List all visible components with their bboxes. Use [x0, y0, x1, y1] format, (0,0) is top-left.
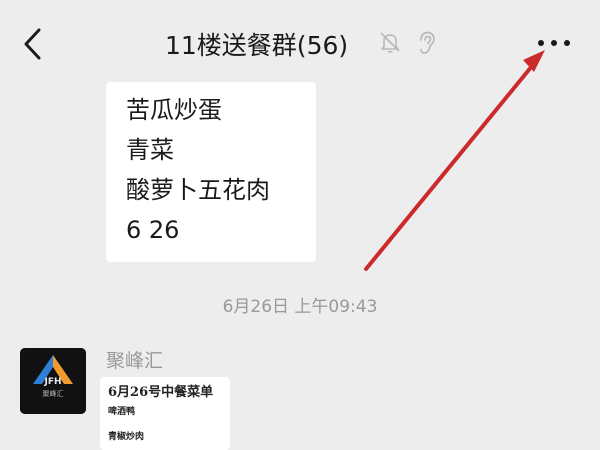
card-title: 6月26号中餐菜单	[108, 385, 214, 400]
card-item: 青椒炒肉	[108, 432, 145, 442]
message-timestamp: 6月26日 上午09:43	[222, 297, 378, 317]
menu-image-card[interactable]: 6月26号中餐菜单 啤酒鸭 青椒炒肉	[100, 377, 230, 450]
card-item: 啤酒鸭	[108, 407, 136, 417]
bell-off-icon	[380, 32, 400, 53]
message-line: 苦瓜炒蛋	[126, 96, 222, 124]
chat-header: 11楼送餐群(56)	[0, 0, 600, 90]
logo-caption: 聚峰汇	[43, 389, 64, 398]
more-dots-icon[interactable]	[532, 28, 576, 58]
logo-text: JFH	[43, 377, 61, 387]
message-line: 青菜	[126, 136, 174, 164]
ear-icon	[420, 31, 435, 54]
chevron-left-icon[interactable]	[18, 24, 48, 64]
message-line: 6 26	[126, 216, 180, 244]
jfh-logo-icon: JFH 聚峰汇	[20, 348, 86, 414]
message-bubble[interactable]: 苦瓜炒蛋 青菜 酸萝卜五花肉 6 26	[106, 82, 316, 262]
avatar[interactable]: JFH 聚峰汇	[20, 348, 86, 414]
chat-title: 11楼送餐群(56)	[165, 31, 349, 60]
sender-name: 聚峰汇	[106, 350, 164, 372]
message-line: 酸萝卜五花肉	[126, 176, 270, 204]
